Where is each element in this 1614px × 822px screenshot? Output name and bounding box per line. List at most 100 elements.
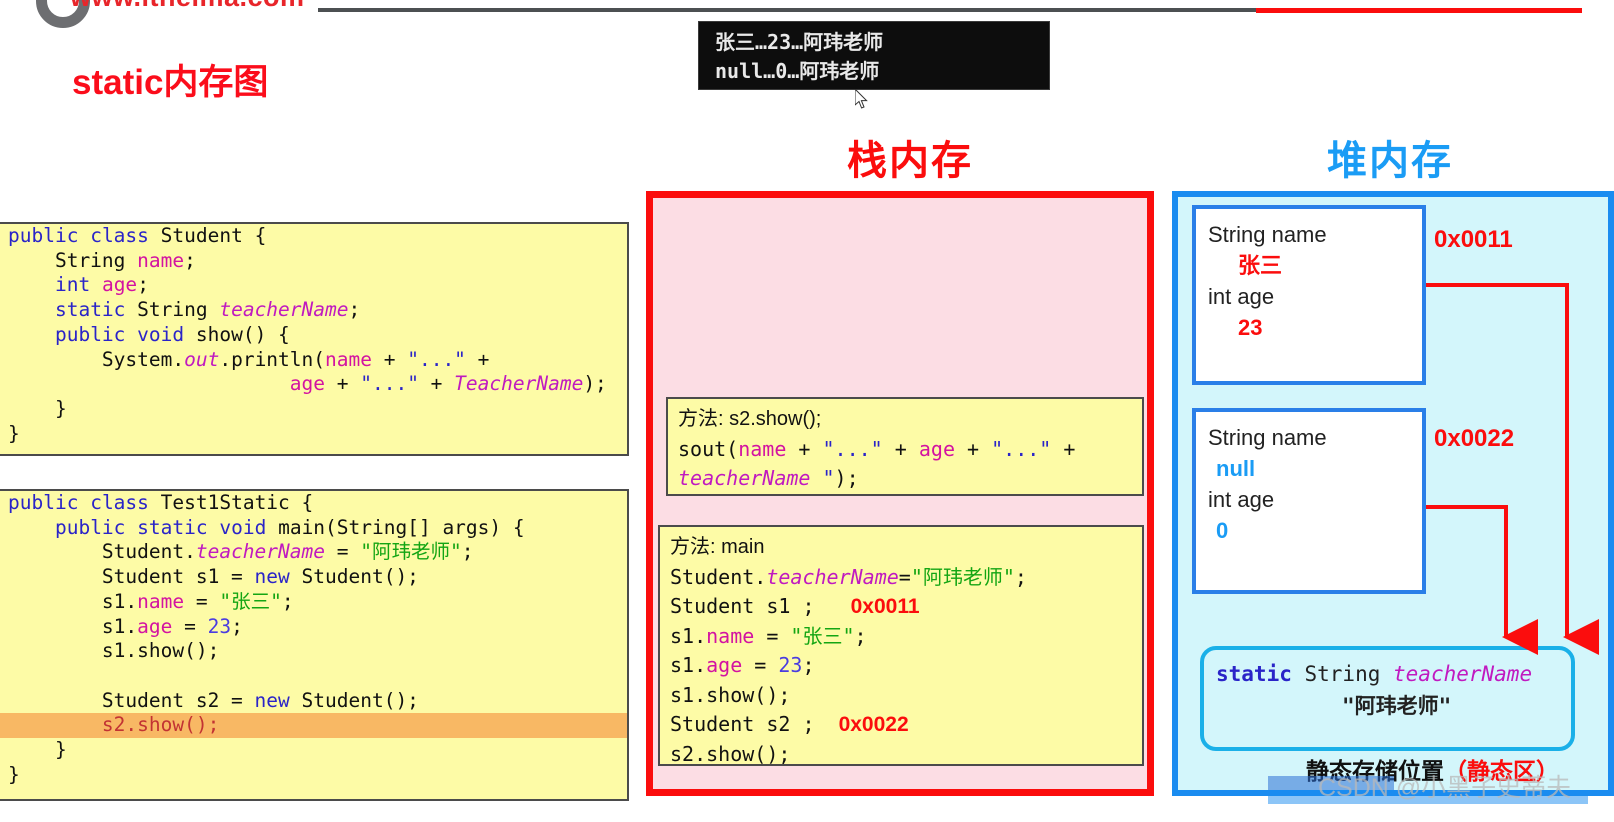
code-token: = [184,589,220,613]
code-token: teacherName [1393,662,1533,686]
code-token: main(String[] args) { [266,515,525,539]
code-token: + [371,347,408,371]
heap-field-label: String name [1208,425,1327,450]
code-token: "..." [991,436,1052,461]
code-token: ; [281,589,294,613]
code-token: ; [184,248,196,272]
code-token: static [137,515,208,539]
heap-field-value: 0 [1216,518,1229,543]
code-line: public void show() { [0,323,627,348]
code-token: name [706,623,755,648]
code-token: String [8,248,138,272]
code-token: int [54,273,91,297]
code-token: teacherName [219,298,349,322]
code-token: void [219,515,267,539]
code-line: String name; [0,249,627,274]
static-storage-box: static String teacherName "阿玮老师" [1200,646,1575,751]
code-token: + [882,436,919,461]
static-value: "阿玮老师" [1342,694,1452,718]
code-token: + [954,436,992,461]
stack-frame-line: teacherName "); [678,464,1142,494]
code-token: Student { [148,224,267,247]
code-token: void [137,322,185,346]
code-token: "..." [822,436,883,461]
code-token: ; [137,273,149,297]
code-token: Student s1 ; [670,594,851,618]
code-token: teacherName [766,564,899,589]
stack-address-s2: 0x0022 [838,713,909,736]
code-token: class [90,224,149,247]
stack-frame-line: s1.show(); [670,682,791,707]
code-line: } [8,396,67,420]
code-token: String [125,298,220,322]
heap-address-label-2: 0x0022 [1434,425,1515,452]
code-token: s1. [670,653,707,677]
code-token: System. [8,347,185,371]
code-token: ; [1014,564,1027,589]
stack-memory-title: 栈内存 [847,139,973,183]
stack-frame-label: 方法: main [670,536,765,558]
stack-frame-line: Student s2 ; 0x0022 [670,710,1142,740]
code-line: } [8,421,20,445]
code-token: age [918,436,955,461]
code-token: = [324,540,361,564]
stack-frame-main: 方法: main Student.teacherName="阿玮老师"; Stu… [658,525,1144,766]
code-token: s1. [8,589,138,613]
code-token: + [325,372,361,396]
code-token: Test1Static { [148,491,314,514]
code-line: public class Test1Static { [0,491,627,516]
code-token: s1. [670,623,707,648]
code-line: Student s2 = new Student(); [0,689,627,714]
brand-url-text: www.itheima.com [70,0,305,13]
code-token: String [1291,662,1394,686]
stack-frame-line: s2.show(); [670,741,791,766]
code-token: ); [834,466,859,490]
code-token: new [254,688,290,712]
code-line: System.out.println(name + "..." + [0,348,627,373]
page-title: static内存图 [72,63,269,102]
stack-frame-line: sout(name + "..." + age + "..." + [678,435,1142,465]
code-token: name [137,248,185,272]
code-token: "..." [407,347,466,371]
csdn-watermark: CSDN @小黑子史蒂夫 [1318,774,1572,802]
static-declaration: static String teacherName [1216,658,1571,690]
code-panel-student: public class Student { String name; int … [0,222,629,456]
code-line: Student.teacherName = "阿玮老师"; [0,540,627,565]
code-line: s1.age = 23; [0,615,627,640]
mouse-cursor-icon [855,89,868,109]
code-token: public [8,224,79,247]
stack-address-s1: 0x0011 [850,595,920,618]
code-token: s2.show(); [8,713,220,737]
code-token: 23 [207,614,232,638]
code-token: name [137,589,185,613]
code-panel-test1static: public class Test1Static { public static… [0,489,629,801]
heap-field-value: null [1216,456,1256,481]
code-token: = [754,623,791,648]
code-token: age [289,372,325,396]
code-line: } [8,762,20,786]
heap-field-value: 张三 [1238,253,1283,278]
console-output-window: 张三…23…阿玮老师 null…0…阿玮老师 [698,21,1050,90]
code-token: Student s1 = [8,565,255,589]
header-bar: www.itheima.com [0,0,1614,28]
code-token: teacherName [678,466,811,490]
heap-memory-title: 堆内存 [1327,139,1453,183]
code-token: + [418,372,455,396]
code-token: ); [583,372,607,396]
code-line: s1.show(); [8,639,220,663]
code-token: age [706,653,743,677]
code-line: int age; [0,273,627,298]
code-token: ; [348,298,361,322]
console-line-2: null…0…阿玮老师 [715,59,880,83]
code-token: + [1051,436,1076,461]
code-token: " [822,466,835,490]
